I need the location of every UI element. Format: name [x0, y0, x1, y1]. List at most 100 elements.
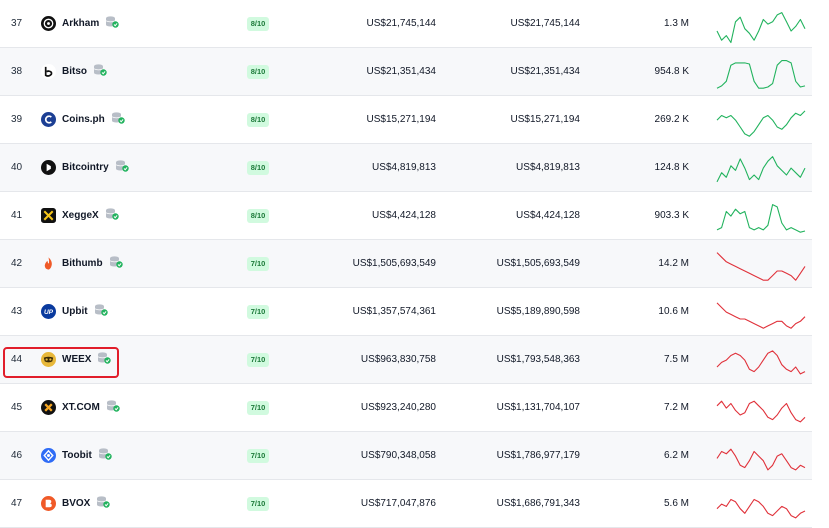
trust-score-badge: 7/10	[247, 257, 269, 271]
table-row-xt-com[interactable]: 45 XT.COM 7/10 US$923,240,280 US$1,131,7…	[0, 384, 812, 432]
trust-score-badge: 8/10	[247, 209, 269, 223]
xtcom-logo-icon[interactable]	[41, 400, 56, 415]
exchange-name-text: Bithumb	[62, 258, 103, 269]
table-row-arkham[interactable]: 37 Arkham 8/10 US$21,745,144 US$21,745,1…	[0, 0, 812, 48]
volume-sparkline	[716, 400, 806, 423]
xeggex-logo-icon[interactable]	[41, 208, 56, 223]
volume-normalized-cell: US$4,819,813	[516, 162, 580, 173]
arkham-logo-icon[interactable]	[41, 16, 56, 31]
exchange-name-text: Arkham	[62, 18, 100, 29]
rank-cell: 43	[11, 306, 23, 317]
verified-database-icon[interactable]	[106, 400, 120, 413]
volume-sparkline	[716, 156, 806, 183]
bvox-logo-icon[interactable]	[41, 496, 56, 511]
rank-cell: 39	[11, 114, 23, 125]
exchange-name-text: BVOX	[62, 498, 91, 509]
monthly-visits-cell: 10.6 M	[658, 306, 689, 317]
verified-database-icon[interactable]	[98, 448, 112, 461]
trust-score-badge: 8/10	[247, 161, 269, 175]
exchange-name-link[interactable]: Coins.ph	[62, 96, 125, 144]
verified-database-icon[interactable]	[93, 64, 107, 77]
monthly-visits-cell: 5.6 M	[663, 498, 689, 509]
toobit-logo-icon[interactable]	[41, 448, 56, 463]
verified-database-icon[interactable]	[105, 208, 119, 221]
volume-24h-cell: US$717,047,876	[360, 498, 436, 509]
volume-sparkline	[716, 302, 806, 329]
exchange-name-link[interactable]: Bitso	[62, 48, 107, 96]
table-row-weex[interactable]: 44 WEEX 7/10 US$963,830,758 US$1,793,548…	[0, 336, 812, 384]
volume-24h-cell: US$21,351,434	[366, 66, 436, 77]
exchange-name-link[interactable]: BVOX	[62, 480, 111, 528]
volume-sparkline	[716, 12, 806, 44]
volume-sparkline	[716, 350, 806, 375]
bitso-logo-icon[interactable]	[41, 64, 56, 79]
volume-normalized-cell: US$15,271,194	[510, 114, 580, 125]
volume-sparkline	[716, 110, 806, 137]
sparkline-path	[716, 350, 806, 375]
table-row-toobit[interactable]: 46 Toobit 7/10 US$790,348,058 US$1,786,9…	[0, 432, 812, 480]
exchange-name-text: Bitcointry	[62, 162, 109, 173]
monthly-visits-cell: 7.2 M	[663, 402, 689, 413]
verified-database-icon[interactable]	[109, 256, 123, 269]
sparkline-path	[716, 110, 806, 137]
volume-sparkline	[716, 252, 806, 281]
trust-score-badge: 8/10	[247, 113, 269, 127]
monthly-visits-cell: 7.5 M	[663, 354, 689, 365]
table-row-bvox[interactable]: 47 BVOX 7/10 US$717,047,876 US$1,686,791…	[0, 480, 812, 528]
verified-database-icon[interactable]	[115, 160, 129, 173]
sparkline-path	[716, 498, 806, 519]
rank-cell: 40	[11, 162, 23, 173]
exchange-name-link[interactable]: Bitcointry	[62, 144, 129, 192]
volume-normalized-cell: US$1,505,693,549	[496, 258, 580, 269]
rank-cell: 42	[11, 258, 23, 269]
table-row-xeggex[interactable]: 41 XeggeX 8/10 US$4,424,128 US$4,424,128…	[0, 192, 812, 240]
verified-database-icon[interactable]	[97, 352, 112, 365]
bitcointry-logo-icon[interactable]	[41, 160, 56, 175]
monthly-visits-cell: 124.8 K	[654, 162, 689, 173]
exchange-name-link[interactable]: XT.COM	[62, 384, 120, 432]
trust-score-badge: 8/10	[247, 65, 269, 79]
sparkline-path	[716, 60, 806, 89]
volume-24h-cell: US$790,348,058	[360, 450, 436, 461]
svg-text:UP: UP	[44, 309, 54, 316]
trust-score-badge: 7/10	[247, 449, 269, 463]
exchange-name-link[interactable]: XeggeX	[62, 192, 119, 240]
monthly-visits-cell: 1.3 M	[663, 18, 689, 29]
bithumb-logo-icon[interactable]	[41, 256, 56, 271]
volume-normalized-cell: US$21,351,434	[510, 66, 580, 77]
table-row-bitso[interactable]: 38 Bitso 8/10 US$21,351,434 US$21,351,43…	[0, 48, 812, 96]
trust-score-badge: 7/10	[247, 497, 269, 511]
exchange-name-text: Toobit	[62, 450, 92, 461]
table-row-bithumb[interactable]: 42 Bithumb 7/10 US$1,505,693,549 US$1,50…	[0, 240, 812, 288]
exchange-name-link[interactable]: Bithumb	[62, 240, 123, 288]
volume-normalized-cell: US$5,189,890,598	[496, 306, 580, 317]
exchange-name-link[interactable]: WEEX	[62, 336, 112, 384]
verified-database-icon[interactable]	[96, 496, 111, 509]
verified-database-icon[interactable]	[94, 304, 108, 317]
rank-cell: 44	[11, 354, 23, 365]
volume-normalized-cell: US$21,745,144	[510, 18, 580, 29]
rank-cell: 46	[11, 450, 23, 461]
table-row-bitcointry[interactable]: 40 Bitcointry 8/10 US$4,819,813 US$4,819…	[0, 144, 812, 192]
volume-normalized-cell: US$1,786,977,179	[496, 450, 580, 461]
exchange-name-text: WEEX	[62, 354, 92, 365]
exchange-name-text: Bitso	[62, 66, 87, 77]
sparkline-path	[716, 156, 806, 183]
sparkline-path	[716, 400, 806, 423]
table-row-upbit[interactable]: 43 UP Upbit 7/10 US$1,357,574,361 US$5,1…	[0, 288, 812, 336]
verified-database-icon[interactable]	[105, 16, 119, 29]
sparkline-path	[716, 12, 806, 44]
table-row-coins-ph[interactable]: 39 Coins.ph 8/10 US$15,271,194 US$15,271…	[0, 96, 812, 144]
verified-database-icon[interactable]	[111, 112, 125, 125]
volume-normalized-cell: US$1,131,704,107	[496, 402, 580, 413]
exchange-name-link[interactable]: Arkham	[62, 0, 119, 48]
upbit-logo-icon[interactable]: UP	[41, 304, 56, 319]
weex-logo-icon[interactable]	[41, 352, 56, 367]
coinsph-logo-icon[interactable]	[41, 112, 56, 127]
volume-normalized-cell: US$1,793,548,363	[496, 354, 580, 365]
monthly-visits-cell: 269.2 K	[654, 114, 689, 125]
rank-cell: 37	[11, 18, 23, 29]
exchange-name-link[interactable]: Upbit	[62, 288, 108, 336]
exchange-name-link[interactable]: Toobit	[62, 432, 112, 480]
volume-24h-cell: US$4,819,813	[372, 162, 436, 173]
